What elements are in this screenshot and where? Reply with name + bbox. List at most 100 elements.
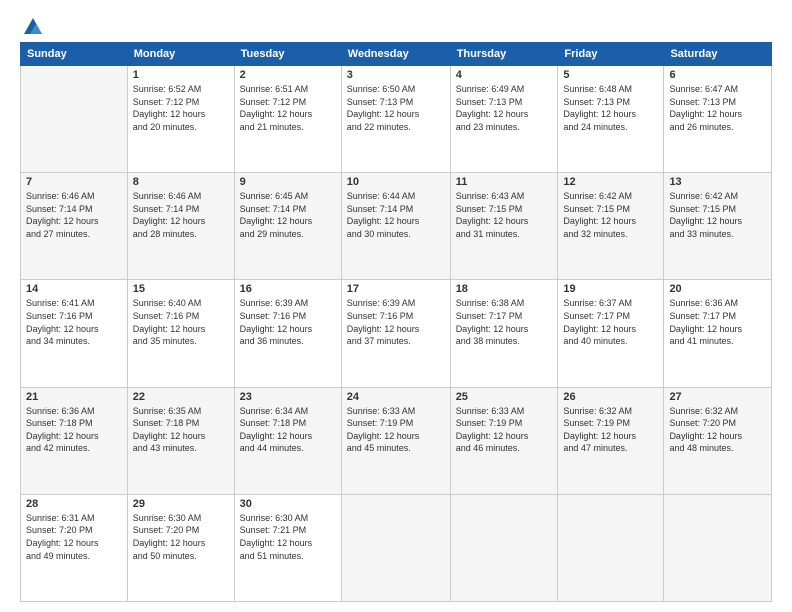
day-number: 3 bbox=[347, 69, 445, 81]
calendar-cell: 4 Sunrise: 6:49 AM Sunset: 7:13 PM Daylig… bbox=[450, 66, 558, 173]
day-info: Sunrise: 6:36 AM Sunset: 7:17 PM Dayligh… bbox=[669, 297, 766, 347]
calendar-cell: 22Sunrise: 6:35 AM Sunset: 7:18 PM Dayli… bbox=[127, 387, 234, 494]
col-header-wednesday: Wednesday bbox=[341, 43, 450, 66]
calendar-cell: 17 Sunrise: 6:39 AM Sunset: 7:16 PM Dayli… bbox=[341, 280, 450, 387]
day-number: 11 bbox=[456, 176, 553, 188]
day-number: 2 bbox=[240, 69, 336, 81]
day-info: Sunrise: 6:39 AM Sunset: 7:16 PM Dayligh… bbox=[240, 297, 336, 347]
day-number: 18 bbox=[456, 283, 553, 295]
day-info: Sunrise: 6:38 AM Sunset: 7:17 PM Dayligh… bbox=[456, 297, 553, 347]
day-info: Sunrise: 6:32 AM Sunset: 7:20 PM Dayligh… bbox=[669, 405, 766, 455]
calendar-cell: 30 Sunrise: 6:30 AM Sunset: 7:21 PM Dayli… bbox=[234, 494, 341, 601]
calendar-week-2: 7 Sunrise: 6:46 AM Sunset: 7:14 PM Daylig… bbox=[21, 173, 772, 280]
calendar-week-3: 14 Sunrise: 6:41 AM Sunset: 7:16 PM Dayli… bbox=[21, 280, 772, 387]
calendar-cell: 9 Sunrise: 6:45 AM Sunset: 7:14 PM Daylig… bbox=[234, 173, 341, 280]
day-info: Sunrise: 6:33 AM Sunset: 7:19 PM Dayligh… bbox=[347, 405, 445, 455]
logo-icon bbox=[22, 16, 44, 38]
day-info: Sunrise: 6:36 AM Sunset: 7:18 PM Dayligh… bbox=[26, 405, 122, 455]
day-info: Sunrise: 6:30 AM Sunset: 7:20 PM Dayligh… bbox=[133, 512, 229, 562]
day-number: 24 bbox=[347, 391, 445, 403]
day-number: 27 bbox=[669, 391, 766, 403]
day-number: 14 bbox=[26, 283, 122, 295]
day-number: 15 bbox=[133, 283, 229, 295]
day-info: Sunrise: 6:52 AM Sunset: 7:12 PM Dayligh… bbox=[133, 83, 229, 133]
day-number: 1 bbox=[133, 69, 229, 81]
calendar-cell: 18 Sunrise: 6:38 AM Sunset: 7:17 PM Dayli… bbox=[450, 280, 558, 387]
day-number: 25 bbox=[456, 391, 553, 403]
calendar-week-4: 21 Sunrise: 6:36 AM Sunset: 7:18 PM Dayli… bbox=[21, 387, 772, 494]
day-number: 8 bbox=[133, 176, 229, 188]
col-header-thursday: Thursday bbox=[450, 43, 558, 66]
day-info: Sunrise: 6:34 AM Sunset: 7:18 PM Dayligh… bbox=[240, 405, 336, 455]
calendar-cell: 10 Sunrise: 6:44 AM Sunset: 7:14 PM Dayli… bbox=[341, 173, 450, 280]
col-header-tuesday: Tuesday bbox=[234, 43, 341, 66]
calendar-table: SundayMondayTuesdayWednesdayThursdayFrid… bbox=[20, 42, 772, 602]
day-number: 6 bbox=[669, 69, 766, 81]
calendar-cell: 19 Sunrise: 6:37 AM Sunset: 7:17 PM Dayli… bbox=[558, 280, 664, 387]
day-info: Sunrise: 6:41 AM Sunset: 7:16 PM Dayligh… bbox=[26, 297, 122, 347]
day-info: Sunrise: 6:47 AM Sunset: 7:13 PM Dayligh… bbox=[669, 83, 766, 133]
day-info: Sunrise: 6:35 AM Sunset: 7:18 PM Dayligh… bbox=[133, 405, 229, 455]
page: SundayMondayTuesdayWednesdayThursdayFrid… bbox=[0, 0, 792, 612]
day-info: Sunrise: 6:50 AM Sunset: 7:13 PM Dayligh… bbox=[347, 83, 445, 133]
calendar-cell: 21 Sunrise: 6:36 AM Sunset: 7:18 PM Dayli… bbox=[21, 387, 128, 494]
day-info: Sunrise: 6:49 AM Sunset: 7:13 PM Dayligh… bbox=[456, 83, 553, 133]
calendar-cell: 23Sunrise: 6:34 AM Sunset: 7:18 PM Dayli… bbox=[234, 387, 341, 494]
day-number: 16 bbox=[240, 283, 336, 295]
day-info: Sunrise: 6:31 AM Sunset: 7:20 PM Dayligh… bbox=[26, 512, 122, 562]
day-info: Sunrise: 6:37 AM Sunset: 7:17 PM Dayligh… bbox=[563, 297, 658, 347]
day-info: Sunrise: 6:51 AM Sunset: 7:12 PM Dayligh… bbox=[240, 83, 336, 133]
calendar-cell: 14 Sunrise: 6:41 AM Sunset: 7:16 PM Dayli… bbox=[21, 280, 128, 387]
calendar-cell: 5 Sunrise: 6:48 AM Sunset: 7:13 PM Daylig… bbox=[558, 66, 664, 173]
calendar-cell: 24 Sunrise: 6:33 AM Sunset: 7:19 PM Dayli… bbox=[341, 387, 450, 494]
day-number: 7 bbox=[26, 176, 122, 188]
day-info: Sunrise: 6:44 AM Sunset: 7:14 PM Dayligh… bbox=[347, 190, 445, 240]
day-info: Sunrise: 6:30 AM Sunset: 7:21 PM Dayligh… bbox=[240, 512, 336, 562]
calendar-week-1: 1 Sunrise: 6:52 AM Sunset: 7:12 PM Daylig… bbox=[21, 66, 772, 173]
day-number: 19 bbox=[563, 283, 658, 295]
col-header-sunday: Sunday bbox=[21, 43, 128, 66]
day-number: 28 bbox=[26, 498, 122, 510]
calendar-cell: 26 Sunrise: 6:32 AM Sunset: 7:19 PM Dayli… bbox=[558, 387, 664, 494]
calendar-cell: 29 Sunrise: 6:30 AM Sunset: 7:20 PM Dayli… bbox=[127, 494, 234, 601]
col-header-monday: Monday bbox=[127, 43, 234, 66]
calendar-cell: 12Sunrise: 6:42 AM Sunset: 7:15 PM Dayli… bbox=[558, 173, 664, 280]
day-number: 30 bbox=[240, 498, 336, 510]
header bbox=[20, 16, 772, 34]
day-number: 9 bbox=[240, 176, 336, 188]
day-number: 13 bbox=[669, 176, 766, 188]
day-number: 20 bbox=[669, 283, 766, 295]
calendar-cell: 13Sunrise: 6:42 AM Sunset: 7:15 PM Dayli… bbox=[664, 173, 772, 280]
day-number: 17 bbox=[347, 283, 445, 295]
calendar-cell bbox=[558, 494, 664, 601]
calendar-cell: 16 Sunrise: 6:39 AM Sunset: 7:16 PM Dayli… bbox=[234, 280, 341, 387]
calendar-cell bbox=[450, 494, 558, 601]
calendar-cell: 1 Sunrise: 6:52 AM Sunset: 7:12 PM Daylig… bbox=[127, 66, 234, 173]
day-info: Sunrise: 6:46 AM Sunset: 7:14 PM Dayligh… bbox=[133, 190, 229, 240]
day-info: Sunrise: 6:45 AM Sunset: 7:14 PM Dayligh… bbox=[240, 190, 336, 240]
calendar-cell: 20 Sunrise: 6:36 AM Sunset: 7:17 PM Dayli… bbox=[664, 280, 772, 387]
day-info: Sunrise: 6:33 AM Sunset: 7:19 PM Dayligh… bbox=[456, 405, 553, 455]
calendar-cell: 25 Sunrise: 6:33 AM Sunset: 7:19 PM Dayli… bbox=[450, 387, 558, 494]
day-number: 29 bbox=[133, 498, 229, 510]
day-info: Sunrise: 6:39 AM Sunset: 7:16 PM Dayligh… bbox=[347, 297, 445, 347]
day-info: Sunrise: 6:32 AM Sunset: 7:19 PM Dayligh… bbox=[563, 405, 658, 455]
calendar-cell: 27 Sunrise: 6:32 AM Sunset: 7:20 PM Dayli… bbox=[664, 387, 772, 494]
day-info: Sunrise: 6:46 AM Sunset: 7:14 PM Dayligh… bbox=[26, 190, 122, 240]
calendar-cell: 28 Sunrise: 6:31 AM Sunset: 7:20 PM Dayli… bbox=[21, 494, 128, 601]
day-info: Sunrise: 6:48 AM Sunset: 7:13 PM Dayligh… bbox=[563, 83, 658, 133]
calendar-cell: 11Sunrise: 6:43 AM Sunset: 7:15 PM Dayli… bbox=[450, 173, 558, 280]
day-number: 10 bbox=[347, 176, 445, 188]
day-info: Sunrise: 6:42 AM Sunset: 7:15 PM Dayligh… bbox=[563, 190, 658, 240]
calendar-cell: 15 Sunrise: 6:40 AM Sunset: 7:16 PM Dayli… bbox=[127, 280, 234, 387]
calendar-cell bbox=[341, 494, 450, 601]
day-number: 4 bbox=[456, 69, 553, 81]
logo bbox=[20, 16, 44, 34]
day-number: 26 bbox=[563, 391, 658, 403]
day-number: 5 bbox=[563, 69, 658, 81]
calendar-cell: 7 Sunrise: 6:46 AM Sunset: 7:14 PM Daylig… bbox=[21, 173, 128, 280]
day-info: Sunrise: 6:40 AM Sunset: 7:16 PM Dayligh… bbox=[133, 297, 229, 347]
day-number: 21 bbox=[26, 391, 122, 403]
calendar-cell bbox=[664, 494, 772, 601]
calendar-cell: 6 Sunrise: 6:47 AM Sunset: 7:13 PM Daylig… bbox=[664, 66, 772, 173]
